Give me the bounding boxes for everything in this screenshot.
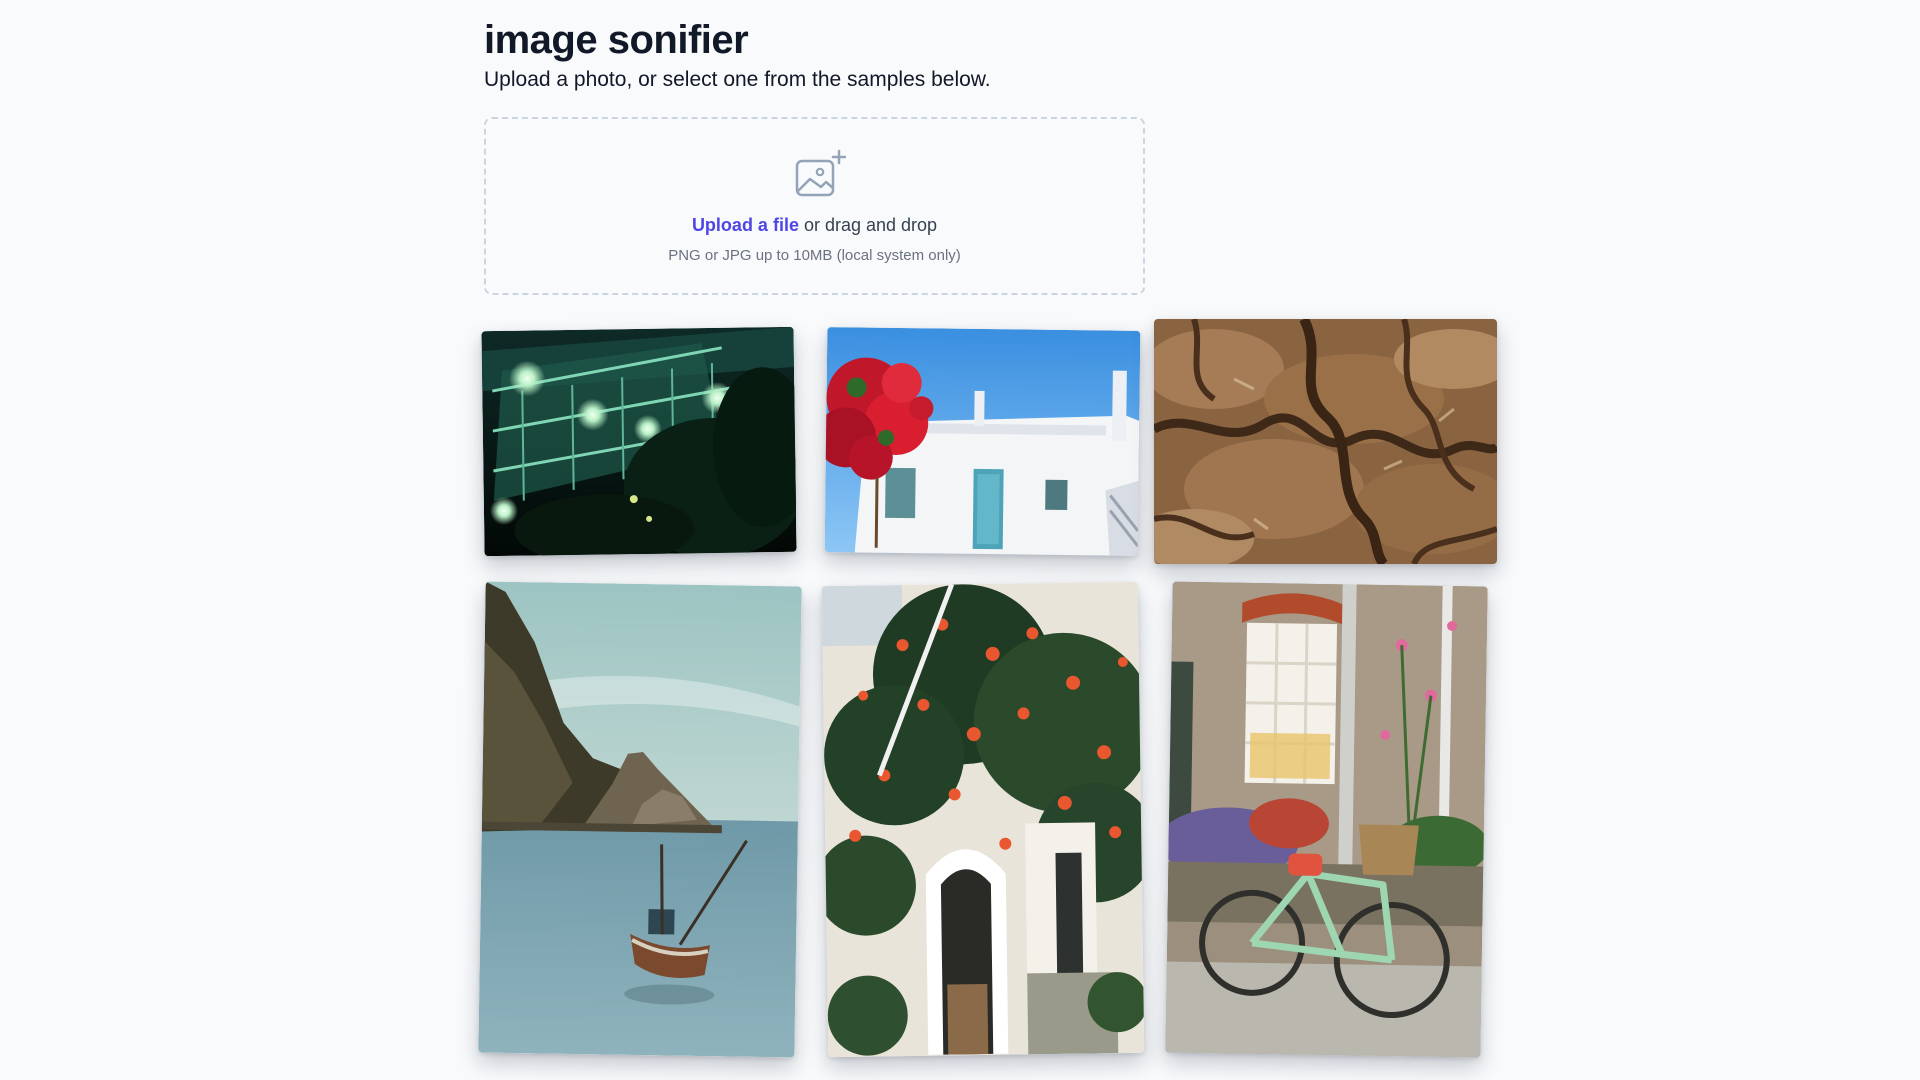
photo-night-walkway <box>481 326 797 557</box>
sample-photo-boat-coast[interactable] <box>478 581 802 1058</box>
photo-white-house-red-flowers <box>824 327 1141 556</box>
photo-brown-texture <box>1154 319 1497 564</box>
upload-instructions: Upload a file or drag and drop <box>486 215 1143 236</box>
page: image sonifier Upload a photo, or select… <box>0 0 1920 1080</box>
photo-boat-rocky-coast <box>478 581 802 1058</box>
upload-dropzone[interactable]: Upload a file or drag and drop PNG or JP… <box>484 117 1145 295</box>
upload-file-link[interactable]: Upload a file <box>692 215 799 235</box>
drag-drop-text: or drag and drop <box>798 215 938 235</box>
upload-hint: PNG or JPG up to 10MB (local system only… <box>668 247 961 264</box>
sample-photo-white-house[interactable] <box>824 327 1141 556</box>
photo-bicycle-brick-house <box>1165 581 1488 1058</box>
sample-photo-vine-doorway[interactable] <box>821 581 1145 1058</box>
page-subtitle: Upload a photo, or select one from the s… <box>484 68 991 91</box>
page-title: image sonifier <box>484 18 749 62</box>
sample-photo-night-walkway[interactable] <box>481 326 797 557</box>
image-plus-icon <box>795 149 846 197</box>
sample-photo-brown-texture[interactable] <box>1154 319 1497 564</box>
photo-flowering-vine-doorway <box>821 581 1145 1058</box>
sample-photo-bicycle-house[interactable] <box>1165 581 1488 1058</box>
